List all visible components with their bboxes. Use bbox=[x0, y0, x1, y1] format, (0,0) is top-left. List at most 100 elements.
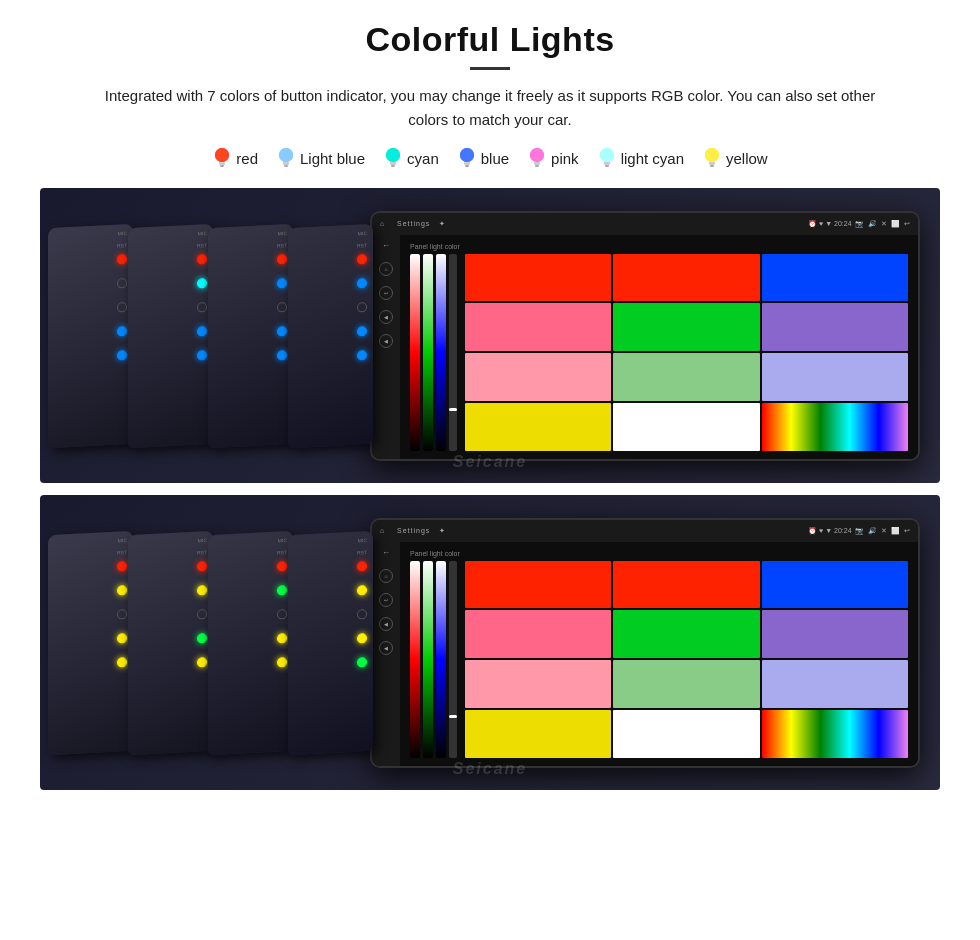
color-item-yellow: yellow bbox=[702, 146, 768, 170]
bulb-lightcyan-icon bbox=[597, 146, 617, 170]
bottom-back-btn-1 bbox=[117, 609, 127, 620]
sidebar-icon-2: ↩ bbox=[379, 286, 393, 300]
color-label-pink: pink bbox=[551, 150, 579, 167]
svg-point-17 bbox=[530, 148, 544, 162]
bottom-color-panel-area bbox=[410, 561, 908, 758]
top-color-grid bbox=[465, 254, 908, 451]
top-screen-status: ⏰ ♥ ▼ 20:24 📷 🔊 ✕ ⬜ ↩ bbox=[808, 220, 910, 228]
color-grid-row-2 bbox=[465, 303, 908, 351]
bottom-cell-green bbox=[613, 610, 759, 658]
title-divider bbox=[470, 67, 510, 70]
nav-btn-1 bbox=[117, 350, 127, 361]
back-btn-3 bbox=[277, 302, 287, 313]
home-btn-1 bbox=[117, 278, 127, 289]
bottom-panel-4-buttons bbox=[357, 561, 367, 668]
svg-rect-22 bbox=[604, 162, 610, 165]
bulb-red-icon bbox=[212, 146, 232, 170]
cell-blue bbox=[762, 254, 908, 302]
bottom-sidebar-icon-2: ↩ bbox=[379, 593, 393, 607]
panel-4: MIC RST bbox=[288, 223, 373, 447]
vol-btn-3 bbox=[277, 326, 287, 337]
bottom-cell-lightblue bbox=[762, 660, 908, 708]
page-container: Colorful Lights Integrated with 7 colors… bbox=[0, 0, 980, 940]
bottom-sidebar-icon-1: ⌂ bbox=[379, 569, 393, 583]
bottom-color-grid-row-4 bbox=[465, 710, 908, 758]
bottom-screen-content: ← ⌂ ↩ ◀ ◀ Panel light color bbox=[372, 542, 918, 766]
color-grid-row-4 bbox=[465, 403, 908, 451]
bottom-screen-status: ⏰ ♥ ▼ 20:24 📷 🔊 ✕ ⬜ ↩ bbox=[808, 527, 910, 535]
color-item-lightblue: Light blue bbox=[276, 146, 365, 170]
cell-lightpink bbox=[465, 353, 611, 401]
sidebar-icon-3: ◀ bbox=[379, 310, 393, 324]
bottom-color-grid bbox=[465, 561, 908, 758]
top-unit-row: MIC RST MIC RST bbox=[40, 188, 940, 483]
back-btn-2 bbox=[197, 302, 207, 313]
color-grid-row-1 bbox=[465, 254, 908, 302]
svg-rect-15 bbox=[465, 165, 469, 167]
color-label-red: red bbox=[236, 150, 258, 167]
top-panel-color-label: Panel light color bbox=[410, 243, 908, 250]
bottom-cell-white bbox=[613, 710, 759, 758]
svg-rect-26 bbox=[709, 162, 715, 165]
red-slider bbox=[410, 254, 420, 451]
bottom-power-btn-1 bbox=[117, 561, 127, 572]
bottom-cell-pink bbox=[465, 610, 611, 658]
svg-rect-6 bbox=[283, 162, 289, 165]
top-screen-content: ← ⌂ ↩ ◀ ◀ Panel light color bbox=[372, 235, 918, 459]
bottom-panel-3-buttons bbox=[277, 561, 287, 668]
panel-2-buttons bbox=[197, 254, 207, 361]
svg-point-1 bbox=[215, 148, 229, 162]
bottom-back-btn-3 bbox=[277, 609, 287, 620]
bulb-yellow-icon bbox=[702, 146, 722, 170]
bottom-home-btn-2 bbox=[197, 585, 207, 596]
svg-rect-27 bbox=[710, 165, 714, 167]
svg-rect-14 bbox=[464, 162, 470, 165]
bottom-panel-color-label: Panel light color bbox=[410, 550, 908, 557]
bottom-nav-btn-2 bbox=[197, 657, 207, 668]
top-side-panels: MIC RST MIC RST bbox=[40, 188, 420, 483]
color-item-blue: blue bbox=[457, 146, 509, 170]
bottom-nav-btn-1 bbox=[117, 657, 127, 668]
bottom-cell-lightgreen bbox=[613, 660, 759, 708]
bottom-panel-2: MIC RST bbox=[128, 530, 213, 754]
nav-btn-2 bbox=[197, 350, 207, 361]
bottom-cell-red2 bbox=[613, 561, 759, 609]
bottom-color-grid-row-3 bbox=[465, 660, 908, 708]
top-screen-main: Panel light color bbox=[400, 235, 918, 459]
top-panel-stack: MIC RST MIC RST bbox=[40, 188, 420, 483]
bottom-panel-1: MIC RST bbox=[48, 530, 133, 754]
svg-rect-10 bbox=[390, 162, 396, 165]
panel-4-buttons bbox=[357, 254, 367, 361]
bottom-panel-4: MIC RST bbox=[288, 530, 373, 754]
bottom-power-btn-3 bbox=[277, 561, 287, 572]
svg-rect-19 bbox=[535, 165, 539, 167]
power-btn-3 bbox=[277, 254, 287, 265]
color-label-lightcyan: light cyan bbox=[621, 150, 684, 167]
brightness-slider bbox=[449, 254, 457, 451]
svg-point-9 bbox=[386, 148, 400, 162]
color-item-pink: pink bbox=[527, 146, 579, 170]
bottom-cell-rainbow bbox=[762, 710, 908, 758]
color-indicators-row: red Light blue cyan bbox=[212, 146, 767, 170]
cell-purple bbox=[762, 303, 908, 351]
nav-btn-4 bbox=[357, 350, 367, 361]
bottom-blue-slider bbox=[436, 561, 446, 758]
bottom-vol-btn-4 bbox=[357, 633, 367, 644]
cell-white bbox=[613, 403, 759, 451]
color-label-blue: blue bbox=[481, 150, 509, 167]
sidebar-icon-1: ⌂ bbox=[379, 262, 393, 276]
description: Integrated with 7 colors of button indic… bbox=[100, 84, 880, 132]
bottom-main-unit: ⌂ Settings ✦ ⏰ ♥ ▼ 20:24 📷 🔊 ✕ ⬜ ↩ ← ⌂ ↩… bbox=[370, 518, 920, 768]
bottom-panel-stack: MIC RST MIC RST bbox=[40, 495, 420, 790]
home-btn-4 bbox=[357, 278, 367, 289]
bottom-home-btn-3 bbox=[277, 585, 287, 596]
bottom-power-btn-2 bbox=[197, 561, 207, 572]
cell-rainbow bbox=[762, 403, 908, 451]
vol-btn-4 bbox=[357, 326, 367, 337]
bottom-screen-title: ⌂ Settings ✦ bbox=[380, 527, 446, 535]
bottom-home-btn-4 bbox=[357, 585, 367, 596]
svg-rect-3 bbox=[220, 165, 224, 167]
bulb-pink-icon bbox=[527, 146, 547, 170]
top-screen-topbar: ⌂ Settings ✦ ⏰ ♥ ▼ 20:24 📷 🔊 ✕ ⬜ ↩ bbox=[372, 213, 918, 235]
svg-point-13 bbox=[460, 148, 474, 162]
